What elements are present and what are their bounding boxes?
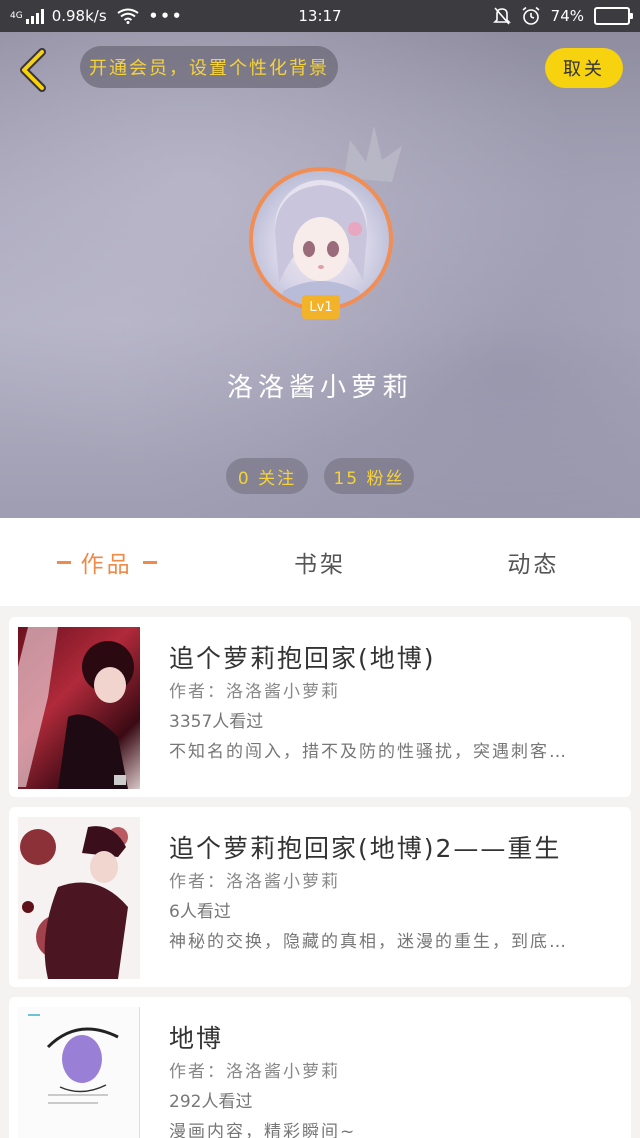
alarm-clock-icon: [522, 6, 540, 25]
avatar-illustration: [275, 180, 367, 307]
work-card[interactable]: 追个萝莉抱回家(地博)2——重生 作者：洛洛酱小萝莉 6人看过 神秘的交换，隐藏…: [9, 807, 631, 987]
battery-percent: 74%: [550, 7, 584, 25]
work-cover-image: [18, 1007, 140, 1138]
active-tab-indicator: [142, 560, 157, 564]
tab-bookshelf[interactable]: 书架: [213, 518, 426, 606]
profile-header: 开通会员，设置个性化背景 取关 Lv1 洛洛酱小萝莉 0 关注 15 粉丝: [0, 32, 640, 518]
tab-activity-label: 动态: [507, 552, 560, 578]
vip-background-prompt[interactable]: 开通会员，设置个性化背景: [80, 46, 338, 88]
fans-count-button[interactable]: 15 粉丝: [324, 458, 414, 494]
work-author: 作者：洛洛酱小萝莉: [169, 682, 340, 702]
more-notifications-icon: •••: [148, 7, 184, 25]
avatar[interactable]: [249, 167, 393, 311]
work-card[interactable]: 追个萝莉抱回家(地博) 作者：洛洛酱小萝莉 3357人看过 不知名的闯入，措不及…: [9, 617, 631, 797]
work-description: 神秘的交换，隐藏的真相，迷漫的重生，到底…: [169, 932, 568, 952]
network-speed: 0.98k/s: [51, 7, 107, 25]
wifi-icon: [117, 8, 139, 24]
tab-works-label: 作品: [80, 552, 133, 578]
work-card[interactable]: 地博 作者：洛洛酱小萝莉 292人看过 漫画内容，精彩瞬间~: [9, 997, 631, 1138]
work-views: 6人看过: [169, 902, 231, 922]
profile-tabs: 作品 书架 动态: [0, 518, 640, 606]
back-arrow-icon[interactable]: [14, 46, 54, 94]
battery-icon: [594, 7, 633, 25]
work-views: 3357人看过: [169, 712, 264, 732]
status-bar: 4G 0.98k/s ••• 13:17 74%: [0, 0, 640, 32]
mute-bell-icon: [492, 7, 511, 25]
tab-works[interactable]: 作品: [0, 518, 213, 606]
network-type: 4G: [10, 10, 23, 21]
work-cover-image: [18, 627, 140, 789]
signal-icon: [25, 8, 44, 24]
level-badge: Lv1: [302, 295, 340, 319]
work-description: 不知名的闯入，措不及防的性骚扰，突遇刺客…: [169, 742, 568, 762]
tab-bookshelf-label: 书架: [293, 552, 346, 578]
work-title: 追个萝莉抱回家(地博): [169, 644, 436, 673]
work-author: 作者：洛洛酱小萝莉: [169, 1062, 340, 1082]
tab-activity[interactable]: 动态: [427, 518, 640, 606]
username: 洛洛酱小萝莉: [226, 373, 413, 403]
active-tab-indicator: [56, 560, 71, 564]
work-author: 作者：洛洛酱小萝莉: [169, 872, 340, 892]
work-title: 地博: [169, 1024, 224, 1053]
work-cover-image: [18, 817, 140, 979]
following-count-button[interactable]: 0 关注: [226, 458, 308, 494]
unfollow-button[interactable]: 取关: [545, 48, 623, 88]
work-title: 追个萝莉抱回家(地博)2——重生: [169, 834, 562, 863]
work-views: 292人看过: [169, 1092, 253, 1112]
work-description: 漫画内容，精彩瞬间~: [169, 1122, 357, 1138]
